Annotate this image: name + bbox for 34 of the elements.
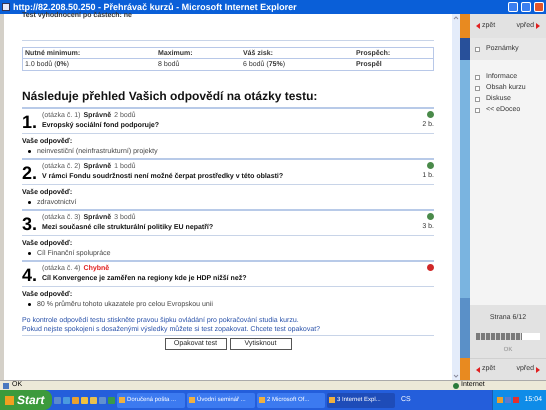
expand-icon — [475, 75, 480, 80]
question-number: 3. — [22, 215, 38, 233]
minimize-icon[interactable] — [508, 2, 518, 12]
question-number: 2. — [22, 164, 38, 182]
section-heading: Následuje přehled Vašich odpovědí na otázky testu: — [22, 89, 318, 103]
page-icon — [2, 3, 10, 11]
expand-icon — [475, 108, 480, 113]
left-arrow-icon — [476, 23, 480, 29]
expand-icon — [475, 46, 480, 52]
page-icon — [3, 382, 9, 388]
bullet-icon — [28, 252, 31, 255]
scroll-up-icon[interactable] — [452, 14, 460, 22]
start-button[interactable]: Start — [0, 390, 52, 410]
window-title: http://82.208.50.250 - Přehrávač kurzů - Microsoft Internet Explorer — [13, 2, 298, 12]
scrollbar[interactable] — [452, 14, 460, 380]
window-icon — [329, 397, 335, 403]
window-icon — [119, 397, 125, 403]
question-number: 4. — [22, 266, 38, 284]
bullet-icon — [28, 201, 31, 204]
expand-icon — [475, 86, 480, 91]
right-arrow-icon — [536, 23, 540, 29]
expand-icon — [475, 97, 480, 102]
window-icon — [189, 397, 195, 403]
window-icon — [259, 397, 265, 403]
question-number: 1. — [22, 113, 38, 131]
globe-icon — [453, 382, 459, 388]
bullet-icon — [28, 150, 31, 153]
progress-bar — [476, 333, 540, 340]
scroll-down-icon[interactable] — [452, 372, 460, 380]
left-arrow-icon — [476, 366, 480, 372]
maximize-icon[interactable] — [521, 2, 531, 12]
right-arrow-icon — [536, 366, 540, 372]
bullet-icon — [28, 303, 31, 306]
close-icon[interactable] — [534, 2, 544, 12]
